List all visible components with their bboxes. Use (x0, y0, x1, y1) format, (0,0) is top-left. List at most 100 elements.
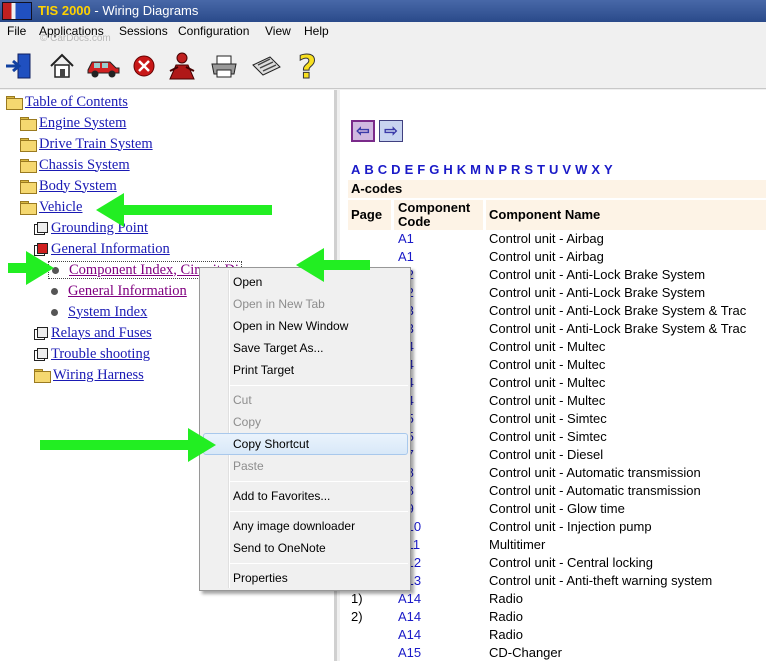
window-title: TIS 2000 - Wiring Diagrams (38, 3, 199, 18)
tree-item-root[interactable]: Table of Contents (6, 93, 128, 111)
alphabet-link[interactable]: A (351, 162, 360, 177)
annotation-arrow-icon (96, 193, 272, 227)
alphabet-link[interactable]: H (443, 162, 452, 177)
row-component-code-link[interactable]: A1 (398, 248, 414, 266)
person-icon[interactable] (166, 50, 198, 82)
row-component-name: Radio (489, 591, 523, 606)
bullet-icon (51, 287, 58, 295)
alphabet-link[interactable]: M (470, 162, 481, 177)
alphabet-link[interactable]: N (485, 162, 494, 177)
menu-item-copy: Copy (233, 415, 262, 429)
tree-item-grounding-point[interactable]: Grounding Point (34, 219, 148, 237)
row-component-name: Control unit - Anti-Lock Brake System (489, 285, 706, 300)
alphabet-link[interactable]: S (524, 162, 533, 177)
folder-icon (20, 159, 37, 173)
back-arrow-icon[interactable]: ⇦ (351, 120, 375, 142)
column-header-name: Component Name (486, 200, 766, 230)
row-component-name: Control unit - Anti-Lock Brake System (489, 267, 706, 282)
menu-separator (230, 481, 408, 482)
tree-item-relays-and-fuses[interactable]: Relays and Fuses (34, 324, 152, 342)
menu-item-properties[interactable]: Properties (233, 568, 288, 588)
stop-icon[interactable] (128, 50, 160, 82)
alphabet-link[interactable]: T (537, 162, 545, 177)
row-component-name: Control unit - Anti-Lock Brake System & … (489, 321, 747, 336)
menu-view[interactable]: View (265, 22, 291, 41)
row-component-name: Control unit - Anti-theft warning system (489, 573, 713, 588)
menu-bar: File Applications Sessions Configuration… (0, 22, 766, 41)
tree-item-drive-train-system[interactable]: Drive Train System (20, 135, 153, 153)
row-component-code-link[interactable]: A14 (398, 626, 421, 644)
row-component-code-link[interactable]: A15 (398, 644, 421, 661)
menu-item-open-new-window[interactable]: Open in New Window (233, 316, 348, 336)
alphabet-index: ABCDEFGHKMNPRSTUVWXY (351, 162, 617, 177)
tree-item-trouble-shooting[interactable]: Trouble shooting (34, 345, 150, 363)
folder-icon (20, 138, 37, 152)
table-row: 1) A14 Radio (340, 590, 766, 608)
help-icon[interactable]: ? (292, 50, 324, 82)
row-component-name: Control unit - Anti-Lock Brake System & … (489, 303, 747, 318)
alphabet-link[interactable]: K (457, 162, 466, 177)
row-component-code-link[interactable]: A14 (398, 590, 421, 608)
menu-item-send-onenote[interactable]: Send to OneNote (233, 538, 326, 558)
table-row: A14 Radio (340, 626, 766, 644)
home-icon[interactable] (46, 50, 78, 82)
alphabet-link[interactable]: V (562, 162, 571, 177)
row-component-name: Control unit - Airbag (489, 231, 604, 246)
alphabet-link[interactable]: E (405, 162, 414, 177)
row-component-name: Control unit - Multec (489, 339, 606, 354)
section-title: A-codes (348, 180, 766, 198)
tree-item-chassis-system[interactable]: Chassis System (20, 156, 130, 174)
forward-arrow-icon[interactable]: ⇨ (379, 120, 403, 142)
menu-item-open-new-tab: Open in New Tab (233, 297, 325, 311)
keyboard-icon[interactable] (250, 50, 282, 82)
row-component-name: Radio (489, 627, 523, 642)
row-component-name: Control unit - Multec (489, 375, 606, 390)
annotation-arrow-icon (296, 248, 370, 282)
alphabet-link[interactable]: W (575, 162, 587, 177)
menu-item-open[interactable]: Open (233, 272, 262, 292)
tree-item-wiring-harness[interactable]: Wiring Harness (34, 366, 144, 384)
menu-help[interactable]: Help (304, 22, 329, 41)
alphabet-link[interactable]: C (378, 162, 387, 177)
menu-item-image-downloader[interactable]: Any image downloader (233, 516, 355, 536)
exit-icon[interactable] (3, 50, 35, 82)
vehicle-icon[interactable] (85, 50, 121, 82)
menu-sessions[interactable]: Sessions (119, 22, 168, 41)
book-icon (34, 327, 48, 340)
tree-item-general-information-doc[interactable]: General Information (48, 282, 187, 300)
menu-item-add-favorites[interactable]: Add to Favorites... (233, 486, 330, 506)
row-component-name: Control unit - Central locking (489, 555, 654, 570)
print-icon[interactable] (208, 50, 240, 82)
context-menu: Open Open in New Tab Open in New Window … (199, 267, 411, 591)
menu-item-save-target[interactable]: Save Target As... (233, 338, 324, 358)
book-icon (34, 222, 48, 235)
alphabet-link[interactable]: R (511, 162, 520, 177)
row-component-name: Control unit - Automatic transmission (489, 465, 701, 480)
row-page: 1) (351, 591, 363, 606)
row-component-name: Multitimer (489, 537, 546, 552)
tree-item-vehicle[interactable]: Vehicle (20, 198, 82, 216)
menu-file[interactable]: File (7, 22, 26, 41)
bullet-icon (51, 308, 58, 316)
alphabet-link[interactable]: Y (604, 162, 613, 177)
alphabet-link[interactable]: D (391, 162, 400, 177)
alphabet-link[interactable]: X (591, 162, 600, 177)
menu-item-cut: Cut (233, 393, 252, 407)
row-component-code-link[interactable]: A1 (398, 230, 414, 248)
tree-item-general-information[interactable]: General Information (34, 240, 170, 258)
tree-item-system-index[interactable]: System Index (48, 303, 147, 321)
tree-item-engine-system[interactable]: Engine System (20, 114, 126, 132)
title-bar: TIS 2000 - Wiring Diagrams (0, 0, 766, 22)
alphabet-link[interactable]: B (364, 162, 373, 177)
row-component-name: Control unit - Multec (489, 357, 606, 372)
alphabet-link[interactable]: P (498, 162, 507, 177)
row-component-code-link[interactable]: A14 (398, 608, 421, 626)
alphabet-link[interactable]: U (549, 162, 558, 177)
menu-item-copy-shortcut[interactable]: Copy Shortcut (233, 434, 309, 454)
menu-configuration[interactable]: Configuration (178, 22, 249, 41)
alphabet-link[interactable]: F (417, 162, 425, 177)
menu-item-print-target[interactable]: Print Target (233, 360, 294, 380)
alphabet-link[interactable]: G (429, 162, 439, 177)
menu-separator (230, 563, 408, 564)
column-header-page: Page (348, 200, 391, 230)
